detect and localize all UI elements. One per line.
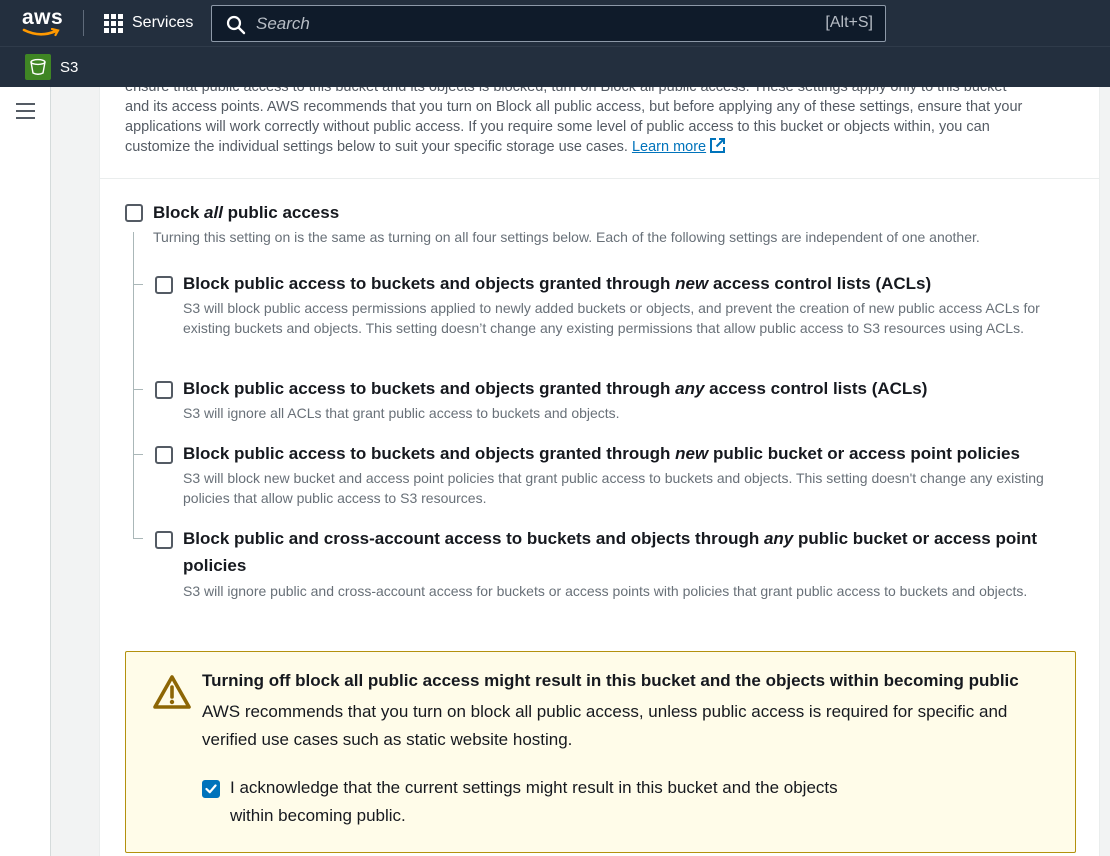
- search-box[interactable]: [Alt+S]: [211, 5, 886, 42]
- learn-more-link[interactable]: Learn more: [631, 138, 726, 155]
- aws-logo-text: aws: [22, 6, 64, 29]
- block-new-acls-title[interactable]: Block public access to buckets and objec…: [183, 270, 1083, 297]
- menu-toggle-icon[interactable]: [16, 103, 35, 119]
- learn-more-label: Learn more: [631, 139, 707, 155]
- option-title-em: new: [675, 444, 709, 463]
- services-grid-icon: [104, 13, 123, 33]
- block-all-description: Turning this setting on is the same as t…: [153, 229, 980, 245]
- search-icon: [226, 15, 246, 35]
- option-title-em: new: [675, 274, 709, 293]
- tree-branch: [133, 454, 143, 455]
- option-title-em: any: [675, 379, 705, 398]
- service-bar: S3: [0, 46, 1110, 87]
- block-new-acls-description: S3 will block public access permissions …: [183, 300, 1040, 336]
- block-new-policies-checkbox[interactable]: [155, 446, 173, 464]
- block-any-policies-description: S3 will ignore public and cross-account …: [183, 583, 1028, 599]
- option-title-pre: Block public and cross-account access to…: [183, 529, 764, 548]
- warning-title: Turning off block all public access migh…: [202, 671, 1019, 690]
- intro-line-4: customize the individual settings below …: [125, 137, 1075, 157]
- block-new-acls-checkbox[interactable]: [155, 276, 173, 294]
- s3-service-icon[interactable]: [25, 54, 51, 80]
- block-public-access-panel: ensure that public access to this bucket…: [99, 87, 1100, 856]
- block-all-title-em: all: [204, 203, 223, 222]
- block-new-policies-description: S3 will block new bucket and access poin…: [183, 470, 1044, 506]
- service-name-link[interactable]: S3: [60, 59, 78, 76]
- block-any-acls-title[interactable]: Block public access to buckets and objec…: [183, 375, 1083, 402]
- option-title-pre: Block public access to buckets and objec…: [183, 379, 676, 398]
- block-all-title-post: public access: [222, 203, 340, 222]
- tree-branch: [133, 538, 143, 539]
- acknowledge-checkbox[interactable]: [202, 780, 220, 798]
- block-new-policies-title[interactable]: Block public access to buckets and objec…: [183, 440, 1083, 467]
- block-all-title[interactable]: Block all public access: [153, 199, 339, 226]
- block-any-policies-title[interactable]: Block public and cross-account access to…: [183, 525, 1063, 579]
- public-access-warning: Turning off block all public access migh…: [125, 651, 1076, 853]
- external-link-icon: [710, 138, 726, 153]
- block-any-acls-description: S3 will ignore all ACLs that grant publi…: [183, 405, 620, 421]
- acknowledge-label[interactable]: I acknowledge that the current settings …: [230, 774, 850, 830]
- top-navigation: aws Services [Alt+S]: [0, 0, 1110, 46]
- search-input[interactable]: [256, 12, 756, 36]
- tree-branch: [133, 389, 143, 390]
- option-title-post: access control lists (ACLs): [708, 274, 932, 293]
- intro-line-1: ensure that public access to this bucket…: [125, 87, 1007, 95]
- services-label: Services: [132, 14, 194, 31]
- block-all-title-pre: Block: [153, 203, 205, 222]
- intro-text: ensure that public access to this bucket…: [125, 87, 1075, 157]
- panel-divider: [100, 178, 1099, 179]
- option-title-pre: Block public access to buckets and objec…: [183, 274, 676, 293]
- block-any-acls-checkbox[interactable]: [155, 381, 173, 399]
- option-title-pre: Block public access to buckets and objec…: [183, 444, 676, 463]
- warning-description: AWS recommends that you turn on block al…: [202, 702, 1008, 749]
- warning-icon: [153, 675, 191, 709]
- aws-logo[interactable]: aws: [22, 6, 64, 38]
- intro-line-4-text: customize the individual settings below …: [125, 139, 628, 155]
- option-title-post: public bucket or access point policies: [708, 444, 1020, 463]
- block-all-checkbox[interactable]: [125, 204, 143, 222]
- tree-branch: [133, 284, 143, 285]
- services-menu-button[interactable]: Services: [104, 12, 193, 34]
- left-rail: [0, 87, 51, 856]
- checkmark-icon: [205, 784, 217, 794]
- aws-smile-icon: [22, 28, 60, 37]
- search-shortcut-hint: [Alt+S]: [825, 14, 873, 31]
- nav-divider: [83, 10, 84, 36]
- option-title-post: access control lists (ACLs): [704, 379, 928, 398]
- option-title-em: any: [763, 529, 794, 548]
- tree-connector: [133, 232, 134, 538]
- intro-line-2: and its access points. AWS recommends th…: [125, 99, 1023, 115]
- bucket-icon: [30, 58, 46, 75]
- block-any-policies-checkbox[interactable]: [155, 531, 173, 549]
- intro-line-3: applications will work correctly without…: [125, 119, 990, 135]
